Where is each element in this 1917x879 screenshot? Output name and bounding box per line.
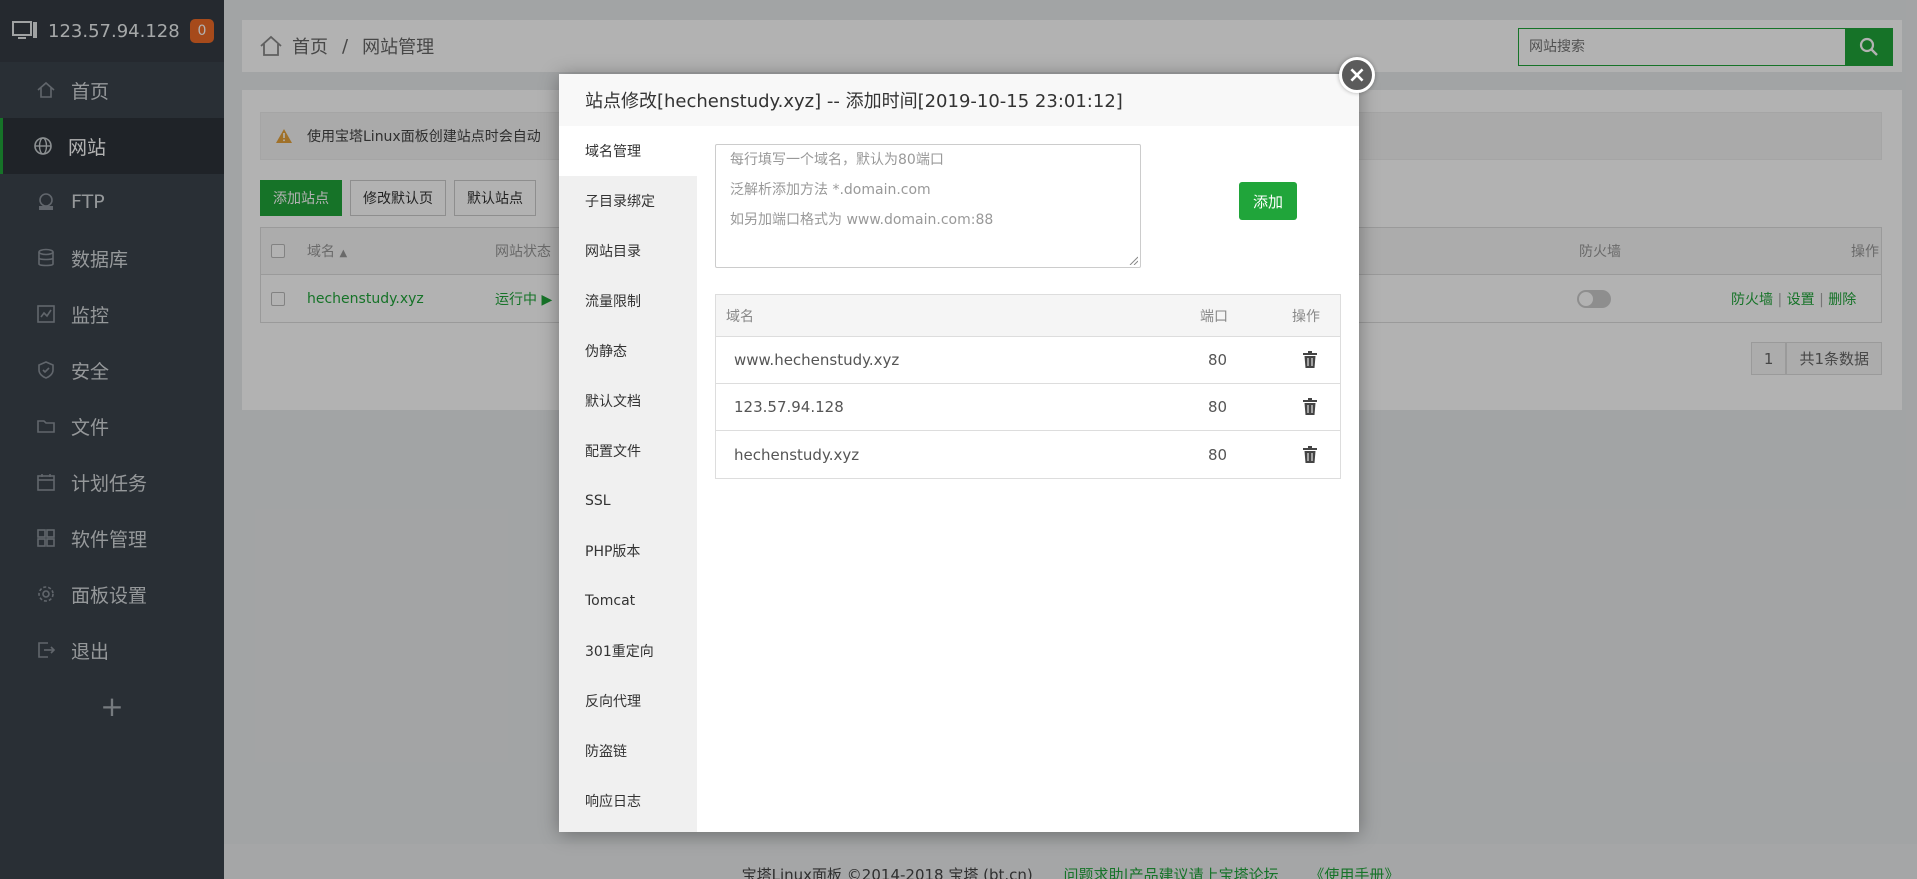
placeholder-line: 泛解析添加方法 *.domain.com xyxy=(730,182,931,198)
tab-reverse-proxy[interactable]: 反向代理 xyxy=(559,676,697,726)
domain-port: 80 xyxy=(1208,398,1228,416)
add-domain-button[interactable]: 添加 xyxy=(1239,182,1297,220)
domain-table: 域名 端口 操作 www.hechenstudy.xyz 80 123.57.9… xyxy=(715,294,1341,479)
tab-default-document[interactable]: 默认文档 xyxy=(559,376,697,426)
tab-response-log[interactable]: 响应日志 xyxy=(559,776,697,826)
domain-port: 80 xyxy=(1208,445,1228,464)
placeholder-line: 如另加端口格式为 www.domain.com:88 xyxy=(730,212,994,228)
tab-php-version[interactable]: PHP版本 xyxy=(559,526,697,576)
col-domain: 域名 xyxy=(726,308,754,325)
close-modal-button[interactable]: × xyxy=(1339,57,1375,93)
placeholder-line: 每行填写一个域名，默认为80端口 xyxy=(730,152,944,168)
col-port: 端口 xyxy=(1200,308,1228,325)
domain-row: hechenstudy.xyz 80 xyxy=(716,431,1340,478)
tab-hotlink-protection[interactable]: 防盗链 xyxy=(559,726,697,776)
trash-icon[interactable] xyxy=(1302,351,1318,369)
tab-domain-management[interactable]: 域名管理 xyxy=(559,126,697,176)
tab-ssl[interactable]: SSL xyxy=(559,476,697,526)
tab-traffic-limit[interactable]: 流量限制 xyxy=(559,276,697,326)
col-action: 操作 xyxy=(1292,308,1320,325)
domain-panel: 每行填写一个域名，默认为80端口 泛解析添加方法 *.domain.com 如另… xyxy=(697,126,1359,832)
tab-config-file[interactable]: 配置文件 xyxy=(559,426,697,476)
tab-301-redirect[interactable]: 301重定向 xyxy=(559,626,697,676)
modal-title: 站点修改[hechenstudy.xyz] -- 添加时间[2019-10-15… xyxy=(559,74,1359,126)
domain-table-header: 域名 端口 操作 xyxy=(716,295,1340,337)
tab-tomcat[interactable]: Tomcat xyxy=(559,576,697,626)
domain-row: www.hechenstudy.xyz 80 xyxy=(716,337,1340,384)
domain-port: 80 xyxy=(1208,351,1228,369)
trash-icon[interactable] xyxy=(1302,445,1318,464)
site-edit-modal: 站点修改[hechenstudy.xyz] -- 添加时间[2019-10-15… xyxy=(559,74,1359,832)
domain-textarea[interactable]: 每行填写一个域名，默认为80端口 泛解析添加方法 *.domain.com 如另… xyxy=(715,144,1141,268)
domain-name: www.hechenstudy.xyz xyxy=(734,351,900,369)
tab-rewrite[interactable]: 伪静态 xyxy=(559,326,697,376)
domain-name: 123.57.94.128 xyxy=(734,398,844,416)
resize-handle-icon[interactable] xyxy=(1128,255,1138,265)
modal-nav: 域名管理 子目录绑定 网站目录 流量限制 伪静态 默认文档 配置文件 SSL P… xyxy=(559,126,697,832)
tab-subdirectory-binding[interactable]: 子目录绑定 xyxy=(559,176,697,226)
domain-row: 123.57.94.128 80 xyxy=(716,384,1340,431)
tab-site-directory[interactable]: 网站目录 xyxy=(559,226,697,276)
trash-icon[interactable] xyxy=(1302,398,1318,416)
domain-name: hechenstudy.xyz xyxy=(734,445,860,464)
